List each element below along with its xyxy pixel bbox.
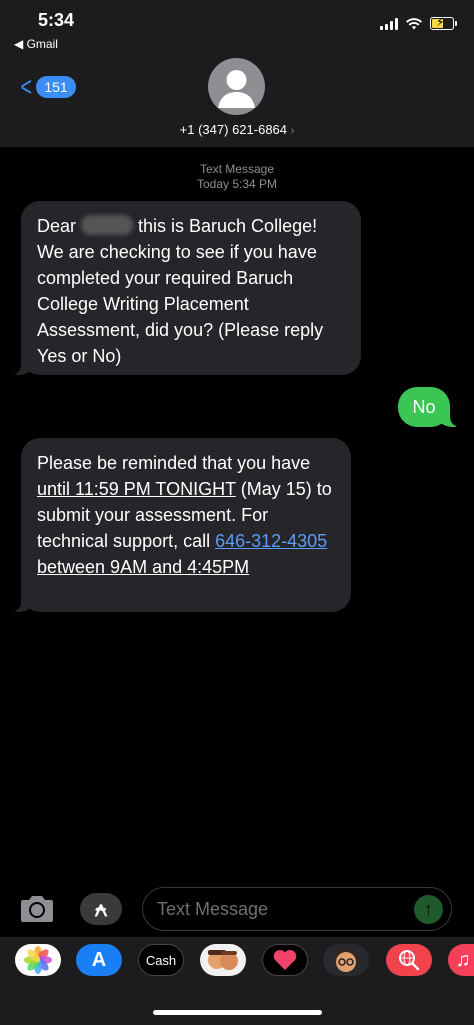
contact-details-link[interactable]: +1 (347) 621-6864 › — [0, 122, 474, 137]
contact-number: +1 (347) 621-6864 — [179, 122, 288, 137]
battery-icon: ⚡ — [430, 15, 457, 30]
digital-touch-app-icon[interactable] — [262, 944, 308, 976]
message-text: Dear this is Baruch College! We are chec… — [37, 215, 324, 366]
redacted-name — [81, 215, 134, 235]
phone-number-link[interactable]: 646-312-4305 — [215, 531, 327, 551]
person-icon — [218, 70, 255, 108]
app-store-icon: A — [91, 948, 107, 971]
deadline-link[interactable]: until 11:59 PM TONIGHT — [37, 479, 236, 499]
cellular-signal-icon — [380, 17, 398, 30]
image-search-app-icon[interactable] — [386, 944, 432, 976]
music-app-icon[interactable]: ♫ — [448, 944, 474, 976]
status-icons: ⚡ — [380, 15, 457, 30]
time-range-link[interactable]: between 9AM and 4:45PM — [37, 557, 249, 577]
app-store-button[interactable]: ⍲ — [80, 893, 122, 925]
message-text: No — [412, 397, 436, 417]
globe-search-icon — [399, 950, 420, 971]
memoji-app-icon[interactable] — [323, 944, 369, 976]
music-note-icon: ♫ — [455, 948, 471, 971]
message-type-label: Text Message — [199, 162, 275, 176]
status-time: 5:34 — [38, 10, 75, 30]
message-text: Please be reminded that you have until 1… — [37, 453, 332, 577]
message-input[interactable] — [142, 887, 452, 931]
message-timestamp: Today 5:34 PM — [196, 177, 278, 191]
incoming-message-bubble[interactable]: Dear this is Baruch College! We are chec… — [11, 201, 361, 375]
incoming-message-bubble[interactable]: Please be reminded that you have until 1… — [11, 438, 351, 612]
chevron-right-icon: › — [290, 125, 295, 137]
home-indicator — [153, 1010, 322, 1015]
photos-app-icon[interactable] — [15, 944, 61, 976]
back-to-gmail-link[interactable]: ◀ Gmail — [14, 37, 58, 51]
unread-count-badge: 151 — [36, 76, 76, 98]
photos-icon — [24, 946, 52, 974]
arrow-up-icon: ↑ — [424, 899, 433, 919]
camera-icon — [21, 896, 53, 922]
app-store-icon: ⍲ — [94, 896, 108, 921]
contact-avatar[interactable] — [208, 58, 265, 115]
apple-cash-label: Cash — [145, 952, 177, 968]
outgoing-message-bubble[interactable]: No — [398, 387, 460, 427]
send-button[interactable]: ↑ — [414, 895, 443, 924]
back-button[interactable]: < 151 — [18, 73, 76, 101]
chevron-left-icon: < — [20, 71, 32, 102]
wifi-icon — [406, 17, 422, 29]
camera-button[interactable] — [18, 893, 56, 925]
memoji-icon — [336, 949, 356, 972]
app-store-app-icon[interactable]: A — [76, 944, 122, 976]
memoji-stickers-app-icon[interactable] — [200, 944, 246, 976]
apple-cash-app-icon[interactable]: Cash — [138, 944, 184, 976]
memoji-stickers-icon — [208, 950, 238, 970]
heart-icon — [273, 950, 297, 970]
